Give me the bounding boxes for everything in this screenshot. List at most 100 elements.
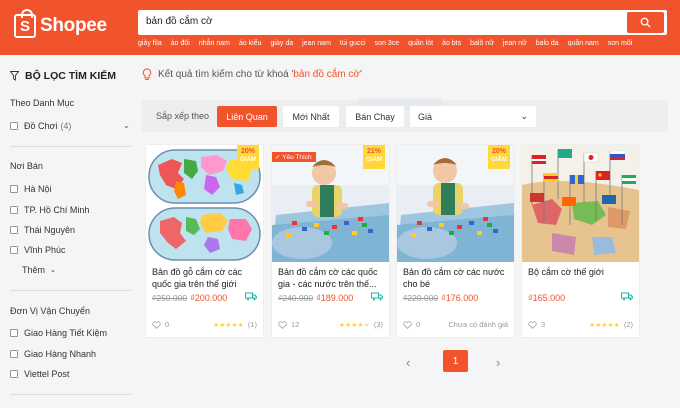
heart-icon[interactable] [278, 320, 287, 329]
old-price: ₫250.000 [152, 293, 188, 303]
star-rating: ★★★★★ [589, 321, 620, 329]
shopee-logo[interactable]: S Shopee [14, 9, 107, 38]
like-count: 0 [165, 320, 170, 329]
keyword-link[interactable]: giày fila [138, 40, 162, 47]
chevron-down-icon: ⌄ [50, 267, 56, 274]
keyword-link[interactable]: giày da [271, 40, 294, 47]
checkbox[interactable] [10, 246, 18, 254]
search-result-summary: Kết quả tìm kiếm cho từ khoá ' bản đồ cắm… [142, 68, 362, 81]
product-image[interactable] [522, 145, 639, 262]
heart-icon[interactable] [152, 320, 161, 329]
divider [10, 394, 132, 395]
product-title[interactable]: Bộ cắm cờ thế giới [528, 266, 636, 290]
shipping-option-ghn[interactable]: Giao Hàng Nhanh [10, 349, 96, 359]
location-option-vinh-phuc[interactable]: Vĩnh Phúc [10, 245, 66, 255]
shipping-option-viettel[interactable]: Viettel Post [10, 369, 69, 379]
keyword-link[interactable]: áo kiểu [239, 40, 262, 47]
keyword-link[interactable]: quần nam [568, 40, 599, 47]
search-button[interactable] [627, 12, 664, 33]
location-option-thai-nguyen[interactable]: Thái Nguyên [10, 225, 75, 235]
shipping-option-ghtk[interactable]: Giao Hàng Tiết Kiệm [10, 328, 107, 338]
location-label: TP. Hồ Chí Minh [24, 205, 90, 215]
keyword-link[interactable]: son môi [608, 40, 633, 47]
old-price: ₫240.000 [278, 293, 314, 303]
checkbox[interactable] [10, 226, 18, 234]
location-option-ha-noi[interactable]: Hà Nội [10, 184, 52, 194]
like-count: 12 [291, 320, 300, 329]
chevron-down-icon[interactable]: ⌄ [123, 121, 130, 130]
header: S Shopee bản đồ cắm cờ giày fila áo đôi … [0, 0, 680, 55]
more-label: Thêm [22, 265, 46, 275]
keyword-link[interactable]: túi gucci [340, 40, 366, 47]
checkbox[interactable] [10, 350, 18, 358]
sort-newest-button[interactable]: Mới Nhất [283, 106, 339, 127]
prev-page-button[interactable]: ‹ [406, 355, 410, 370]
discount-badge: 20% GIẢM [237, 145, 259, 169]
keyword-link[interactable]: balo da [536, 40, 559, 47]
product-footer: 3 ★★★★★ (2) [528, 320, 633, 329]
location-option-hcm[interactable]: TP. Hồ Chí Minh [10, 205, 89, 215]
free-shipping-icon [371, 292, 383, 301]
sort-relevance-button[interactable]: Liên Quan [217, 106, 277, 127]
product-card[interactable]: 20% GIẢM Bản đồ cắm cờ các nước cho bé ₫2… [397, 145, 514, 337]
keyword-link[interactable]: áo đôi [171, 40, 190, 47]
result-prefix: Kết quả tìm kiếm cho từ khoá ' [158, 69, 294, 80]
free-shipping-icon [621, 292, 633, 301]
result-keyword: bản đồ cắm cờ [293, 69, 360, 80]
like-count: 0 [416, 320, 421, 329]
shipping-label: Giao Hàng Nhanh [24, 349, 97, 359]
product-card[interactable]: ✓ Yêu Thích 21% GIẢM Bản đồ cắm cờ các qu… [272, 145, 389, 337]
product-title[interactable]: Bản đồ cắm cờ các nước cho bé [403, 266, 511, 290]
heart-icon[interactable] [528, 320, 537, 329]
discount-percent: 20% [240, 148, 255, 155]
logo-text: Shopee [40, 15, 107, 36]
checkbox[interactable] [10, 370, 18, 378]
price-sort-select[interactable]: Giá ⌄ [410, 106, 536, 127]
discount-label: GIẢM [366, 157, 382, 163]
keyword-link[interactable]: jean nữ [503, 40, 527, 47]
checkbox[interactable] [10, 329, 18, 337]
location-label: Thái Nguyên [24, 225, 76, 235]
product-footer: 12 ★★★★★ (3) [278, 320, 383, 329]
product-title[interactable]: Bản đồ cắm cờ các quốc gia - các nước tr… [278, 266, 386, 290]
sort-bestseller-button[interactable]: Bán Chạy [346, 106, 404, 127]
heart-icon[interactable] [403, 320, 412, 329]
product-price: ₫165.000 [528, 293, 565, 303]
old-price: ₫220.000 [403, 293, 439, 303]
keyword-link[interactable]: son 3ce [375, 40, 400, 47]
product-title[interactable]: Bản đồ gỗ cắm cờ các quốc gia trên thế g… [152, 266, 260, 290]
current-page-button[interactable]: 1 [443, 350, 468, 372]
product-image[interactable]: 20% GIẢM [397, 145, 514, 262]
more-locations-button[interactable]: Thêm ⌄ [22, 265, 56, 275]
checkbox[interactable] [10, 122, 18, 130]
location-label: Hà Nội [24, 184, 52, 194]
keyword-link[interactable]: áo bts [442, 40, 461, 47]
shopping-bag-icon: S [14, 9, 36, 38]
next-page-button[interactable]: › [496, 355, 500, 370]
search-bar: bản đồ cắm cờ [138, 10, 667, 35]
search-input[interactable]: bản đồ cắm cờ [146, 16, 213, 27]
keyword-link[interactable]: quần lót [408, 40, 433, 47]
divider [10, 290, 132, 291]
product-image[interactable]: 20% GIẢM [146, 145, 263, 262]
product-card[interactable]: Bộ cắm cờ thế giới ₫165.000 3 ★★★★★ (2) [522, 145, 639, 337]
like-count: 3 [541, 320, 546, 329]
checkbox[interactable] [10, 185, 18, 193]
discount-badge: 20% GIẢM [488, 145, 510, 169]
category-option[interactable]: Đồ Chơi (4) [10, 121, 71, 131]
discount-badge: 21% GIẢM [363, 145, 385, 169]
price-sort-label: Giá [418, 111, 433, 122]
discount-percent: 20% [491, 148, 506, 155]
current-price: ₫165.000 [528, 293, 566, 303]
product-image[interactable]: ✓ Yêu Thích 21% GIẢM [272, 145, 389, 262]
keyword-link[interactable]: jean nam [302, 40, 331, 47]
location-group-title: Nơi Bán [10, 161, 43, 171]
keyword-link[interactable]: balô nữ [470, 40, 494, 47]
keyword-link[interactable]: nhẫn nam [199, 40, 230, 47]
location-label: Vĩnh Phúc [24, 245, 66, 255]
lightbulb-icon [142, 68, 152, 80]
current-price: ₫176.000 [441, 293, 479, 303]
product-card[interactable]: 20% GIẢM Bản đồ gỗ cắm cờ các quốc gia tr… [146, 145, 263, 337]
checkbox[interactable] [10, 206, 18, 214]
result-suffix: ' [359, 69, 362, 80]
